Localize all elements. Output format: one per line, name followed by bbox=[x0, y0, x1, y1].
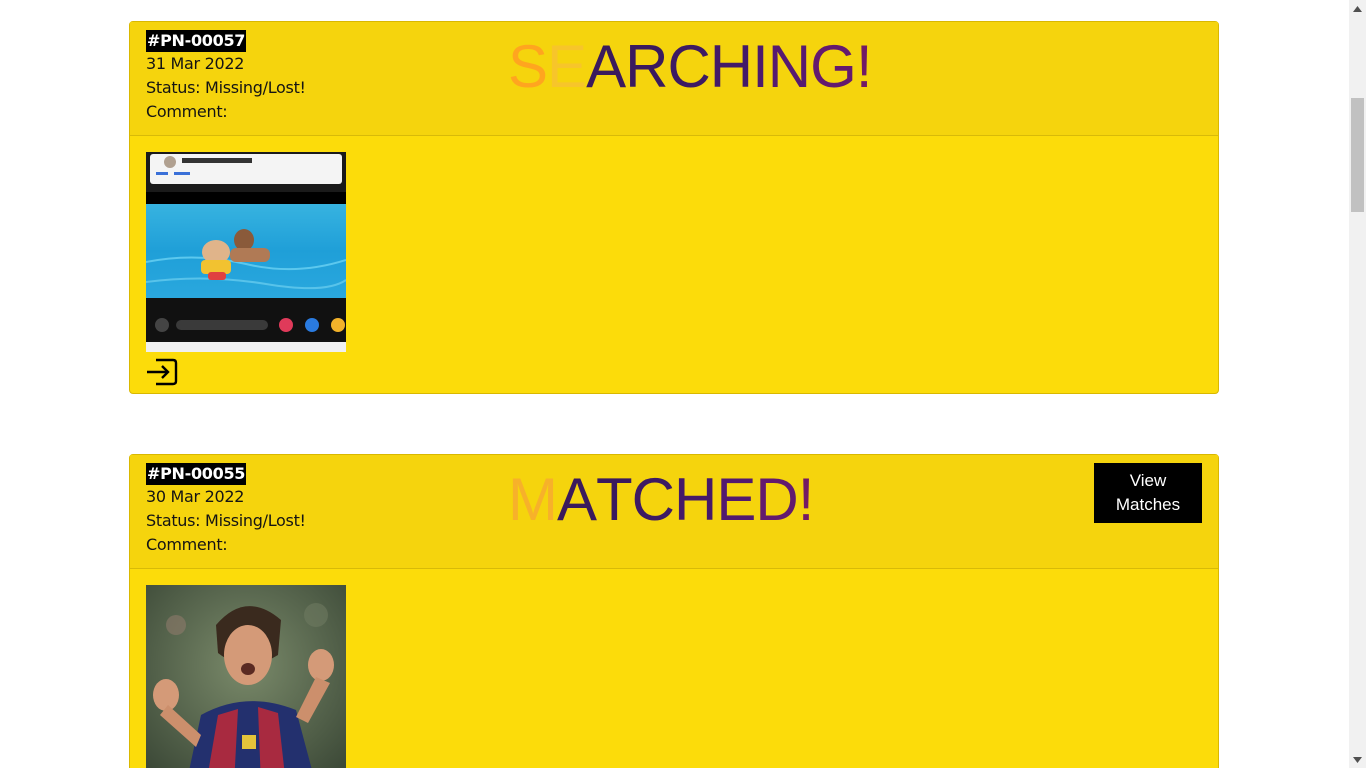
report-list: #PN-00057 31 Mar 2022 Status: Missing/Lo… bbox=[0, 0, 1349, 768]
headline-letter: I bbox=[752, 33, 769, 100]
status-headline: SEARCHING! bbox=[508, 27, 873, 107]
view-matches-button[interactable]: View Matches bbox=[1094, 463, 1202, 523]
vertical-scrollbar[interactable] bbox=[1349, 0, 1366, 768]
headline-letter: E bbox=[716, 466, 756, 533]
headline-letter: A bbox=[556, 466, 597, 533]
report-comment: Comment: bbox=[146, 102, 228, 121]
headline-letter: R bbox=[625, 33, 668, 100]
report-status: Status: Missing/Lost! bbox=[146, 78, 306, 97]
headline-letter: A bbox=[586, 33, 626, 100]
headline-letter: S bbox=[508, 33, 548, 100]
report-id-badge: #PN-00055 bbox=[146, 463, 247, 485]
report-date: 31 Mar 2022 bbox=[146, 54, 245, 73]
headline-letter: D bbox=[755, 466, 798, 533]
report-status: Status: Missing/Lost! bbox=[146, 511, 306, 530]
report-date: 30 Mar 2022 bbox=[146, 487, 245, 506]
report-card: #PN-00055 30 Mar 2022 Status: Missing/Lo… bbox=[129, 454, 1219, 768]
report-photo[interactable] bbox=[146, 152, 346, 352]
report-card: #PN-00057 31 Mar 2022 Status: Missing/Lo… bbox=[129, 21, 1219, 394]
card-header: #PN-00057 31 Mar 2022 Status: Missing/Lo… bbox=[130, 22, 1218, 136]
scroll-up-arrow-icon[interactable] bbox=[1349, 0, 1366, 17]
card-meta: #PN-00057 31 Mar 2022 Status: Missing/Lo… bbox=[146, 30, 306, 124]
exit-to-icon[interactable] bbox=[146, 358, 178, 386]
headline-letter: N bbox=[767, 33, 811, 100]
headline-letter: E bbox=[547, 33, 587, 100]
headline-letter: M bbox=[508, 466, 558, 533]
report-id-badge: #PN-00057 bbox=[146, 30, 247, 52]
view-matches-label-line2: Matches bbox=[1115, 495, 1181, 514]
headline-letter: G bbox=[810, 33, 857, 100]
headline-letter: T bbox=[596, 466, 633, 533]
headline-letter: C bbox=[667, 33, 710, 100]
headline-letter: ! bbox=[797, 466, 815, 533]
card-header: #PN-00055 30 Mar 2022 Status: Missing/Lo… bbox=[130, 455, 1218, 569]
headline-letter: H bbox=[674, 466, 717, 533]
headline-letter: ! bbox=[855, 33, 873, 100]
headline-letter: H bbox=[709, 33, 753, 100]
scrollbar-thumb[interactable] bbox=[1351, 98, 1364, 212]
scroll-down-arrow-icon[interactable] bbox=[1349, 751, 1366, 768]
report-photo[interactable] bbox=[146, 585, 346, 768]
status-headline: MATCHED! bbox=[508, 460, 815, 540]
card-meta: #PN-00055 30 Mar 2022 Status: Missing/Lo… bbox=[146, 463, 306, 557]
report-comment: Comment: bbox=[146, 535, 228, 554]
headline-letter: C bbox=[631, 466, 675, 533]
view-matches-label-line1: View bbox=[1129, 471, 1167, 490]
